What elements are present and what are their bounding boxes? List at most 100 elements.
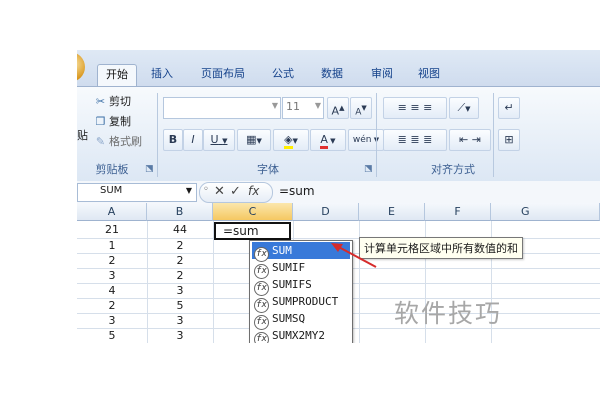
- formula-input[interactable]: =sum: [279, 184, 315, 198]
- cell-b1[interactable]: 44: [147, 223, 213, 237]
- font-color-button[interactable]: A ▼: [310, 129, 346, 151]
- align-top-icon: ≡ ≡ ≡: [397, 101, 433, 114]
- column-header-f[interactable]: F: [425, 203, 491, 221]
- tab-page-layout[interactable]: 页面布局: [201, 64, 245, 86]
- phonetic-button[interactable]: wén ▼: [348, 129, 384, 151]
- font-size-value: 11: [286, 100, 300, 113]
- horizontal-align-buttons[interactable]: ≣ ≣ ≣: [383, 129, 447, 151]
- column-header-a[interactable]: A: [77, 203, 147, 221]
- enter-icon[interactable]: ✓: [230, 184, 241, 199]
- indent-buttons[interactable]: ⇤ ⇥: [449, 129, 491, 151]
- column-header-g[interactable]: G: [491, 203, 600, 221]
- copy-button[interactable]: ❐ 复制: [95, 113, 131, 129]
- clipboard-launcher-icon[interactable]: ⬔: [145, 164, 154, 174]
- cell-a7[interactable]: 3: [79, 314, 145, 328]
- italic-label: I: [191, 133, 195, 146]
- grow-font-label: A: [331, 104, 340, 118]
- chevron-down-icon: ▼: [185, 186, 192, 195]
- bold-button[interactable]: B: [163, 129, 183, 151]
- autocomplete-item-sumsq[interactable]: fx SUMSQ: [252, 310, 350, 330]
- chevron-down-icon: ▼: [271, 101, 278, 110]
- borders-button[interactable]: ▦▼: [237, 129, 271, 151]
- office-button[interactable]: [77, 52, 85, 82]
- bold-label: B: [168, 133, 178, 146]
- fill-bucket-icon: ◈: [284, 133, 293, 149]
- insert-function-button[interactable]: fx: [248, 184, 259, 198]
- watermark-text: 软件技巧: [394, 299, 503, 328]
- group-divider: [157, 93, 158, 177]
- autocomplete-item-label: SUMIF: [272, 261, 306, 274]
- autocomplete-item-label: SUMPRODUCT: [272, 295, 339, 308]
- merge-icon: ⊞: [504, 133, 514, 146]
- column-header-c[interactable]: C: [213, 203, 293, 221]
- group-divider: [493, 93, 494, 177]
- border-icon: ▦: [246, 133, 257, 146]
- cell-b5[interactable]: 3: [147, 284, 213, 298]
- underline-button[interactable]: U ▼: [203, 129, 235, 151]
- phonetic-label: wén: [352, 135, 372, 145]
- tab-data[interactable]: 数据: [321, 64, 343, 86]
- column-header-e[interactable]: E: [359, 203, 425, 221]
- cell-b2[interactable]: 2: [147, 239, 213, 253]
- fill-color-button[interactable]: ◈▼: [273, 129, 309, 151]
- font-size-combo[interactable]: 11 ▼: [282, 97, 324, 119]
- font-launcher-icon[interactable]: ⬔: [364, 164, 373, 174]
- tab-review[interactable]: 审阅: [371, 64, 393, 86]
- name-box-value: SUM: [100, 185, 123, 196]
- tab-insert[interactable]: 插入: [151, 64, 173, 86]
- cell-a6[interactable]: 2: [79, 299, 145, 313]
- cell-b4[interactable]: 2: [147, 269, 213, 283]
- cell-a3[interactable]: 2: [79, 254, 145, 268]
- dots-icon: ◦: [203, 184, 209, 195]
- format-painter-button[interactable]: ✎ 格式刷: [95, 133, 142, 149]
- autocomplete-item-label: SUMSQ: [272, 312, 306, 325]
- font-group-label: 字体: [257, 163, 279, 176]
- cut-button[interactable]: ✂ 剪切: [95, 93, 131, 109]
- tab-home[interactable]: 开始: [97, 64, 137, 87]
- cell-a8[interactable]: 5: [79, 329, 145, 343]
- cell-a5[interactable]: 4: [79, 284, 145, 298]
- cell-b3[interactable]: 2: [147, 254, 213, 268]
- brush-icon: ✎: [95, 135, 106, 148]
- format-painter-label: 格式刷: [109, 135, 142, 148]
- grow-font-button[interactable]: A▲: [327, 97, 349, 119]
- autocomplete-item-label: SUM: [272, 244, 292, 257]
- merge-center-button[interactable]: ⊞: [498, 129, 520, 151]
- function-icon: fx: [254, 332, 269, 343]
- cell-a4[interactable]: 3: [79, 269, 145, 283]
- underline-label: U: [210, 133, 219, 146]
- cell-b6[interactable]: 5: [147, 299, 213, 313]
- autocomplete-item-sumproduct[interactable]: fx SUMPRODUCT: [252, 293, 350, 313]
- function-tooltip: 计算单元格区域中所有数值的和: [359, 237, 523, 259]
- italic-button[interactable]: I: [183, 129, 203, 151]
- column-header-b[interactable]: B: [147, 203, 213, 221]
- cell-b7[interactable]: 3: [147, 314, 213, 328]
- ribbon-tabs: 开始 插入 页面布局 公式 数据 审阅 视图: [77, 50, 600, 87]
- wrap-text-button[interactable]: ↵: [498, 97, 520, 119]
- clipboard-group-label: 剪贴板: [95, 163, 129, 176]
- autocomplete-item-label: SUMIFS: [272, 278, 312, 291]
- formula-bar: SUM ▼ ◦ ✕ ✓ fx =sum: [77, 181, 600, 204]
- column-header-d[interactable]: D: [293, 203, 359, 221]
- cancel-icon[interactable]: ✕: [214, 184, 225, 199]
- vertical-align-buttons[interactable]: ≡ ≡ ≡: [383, 97, 447, 119]
- annotation-arrow-icon: [331, 243, 377, 268]
- cell-b8[interactable]: 3: [147, 329, 213, 343]
- ribbon-home: 贴 ✂ 剪切 ❐ 复制 ✎ 格式刷 剪贴板 ⬔ ▼ 11 ▼ A▲ A▼ B I…: [77, 86, 600, 183]
- font-color-label: A: [320, 133, 328, 149]
- cell-a1[interactable]: 21: [79, 223, 145, 237]
- cell-a2[interactable]: 1: [79, 239, 145, 253]
- autocomplete-item-sumx2my2[interactable]: fx SUMX2MY2: [252, 327, 350, 343]
- paste-button[interactable]: 贴: [77, 93, 91, 153]
- name-box[interactable]: SUM ▼: [77, 183, 197, 202]
- autocomplete-item-sumifs[interactable]: fx SUMIFS: [252, 276, 350, 296]
- shrink-font-button[interactable]: A▼: [350, 97, 372, 119]
- tab-formulas[interactable]: 公式: [272, 64, 294, 86]
- tab-view[interactable]: 视图: [418, 64, 440, 86]
- font-name-combo[interactable]: ▼: [163, 97, 281, 119]
- orientation-button[interactable]: ⟋▼: [449, 97, 479, 119]
- paste-label: 贴: [77, 129, 88, 142]
- copy-label: 复制: [109, 115, 131, 128]
- chevron-down-icon: ▼: [314, 101, 321, 110]
- copy-icon: ❐: [95, 115, 106, 128]
